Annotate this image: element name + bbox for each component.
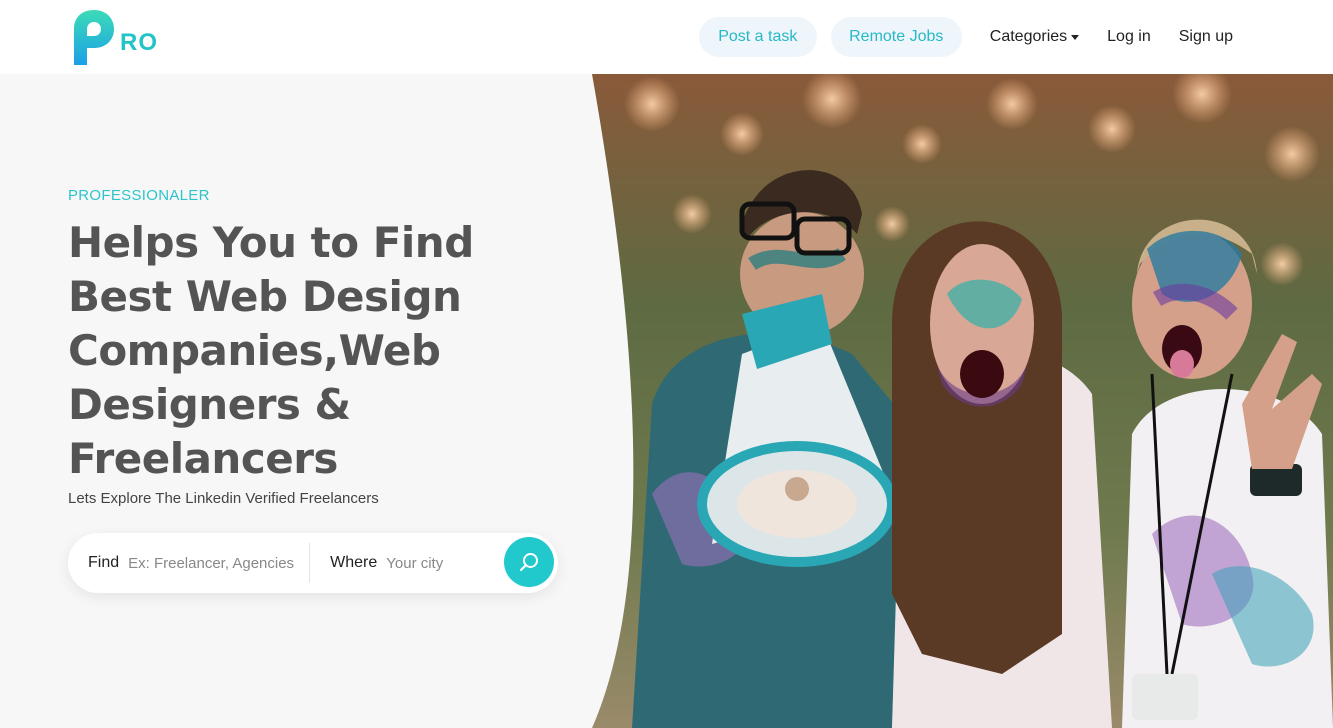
signup-link[interactable]: Sign up [1179,28,1233,46]
hero-eyebrow: PROFESSIONALER [68,187,210,204]
find-label: Find [88,554,120,571]
site-header: RO Post a task Remote Jobs Categories Lo… [0,0,1333,74]
logo-p-icon [74,10,114,65]
main-nav: Post a task Remote Jobs Categories Log i… [698,17,1233,57]
hero-photo-illustration [592,74,1333,728]
logo-text: RO [120,29,158,56]
search-button[interactable] [504,537,554,587]
chevron-down-icon [1071,35,1080,40]
categories-label: Categories [989,28,1068,45]
where-label: Where [330,554,378,571]
search-icon [519,553,538,572]
where-input[interactable] [386,554,487,572]
remote-jobs-button[interactable]: Remote Jobs [830,17,962,57]
hero-subline: Lets Explore The Linkedin Verified Freel… [68,490,379,507]
post-task-button[interactable]: Post a task [698,17,817,57]
hero-photo [592,74,1333,728]
search-bar: Find Where [68,533,558,593]
categories-dropdown[interactable]: Categories [989,28,1080,46]
logo[interactable]: RO [70,6,180,68]
hero-headline: Helps You to Find Best Web Design Compan… [68,218,474,483]
find-input[interactable] [128,554,305,572]
login-link[interactable]: Log in [1107,28,1151,46]
search-divider [309,543,311,583]
